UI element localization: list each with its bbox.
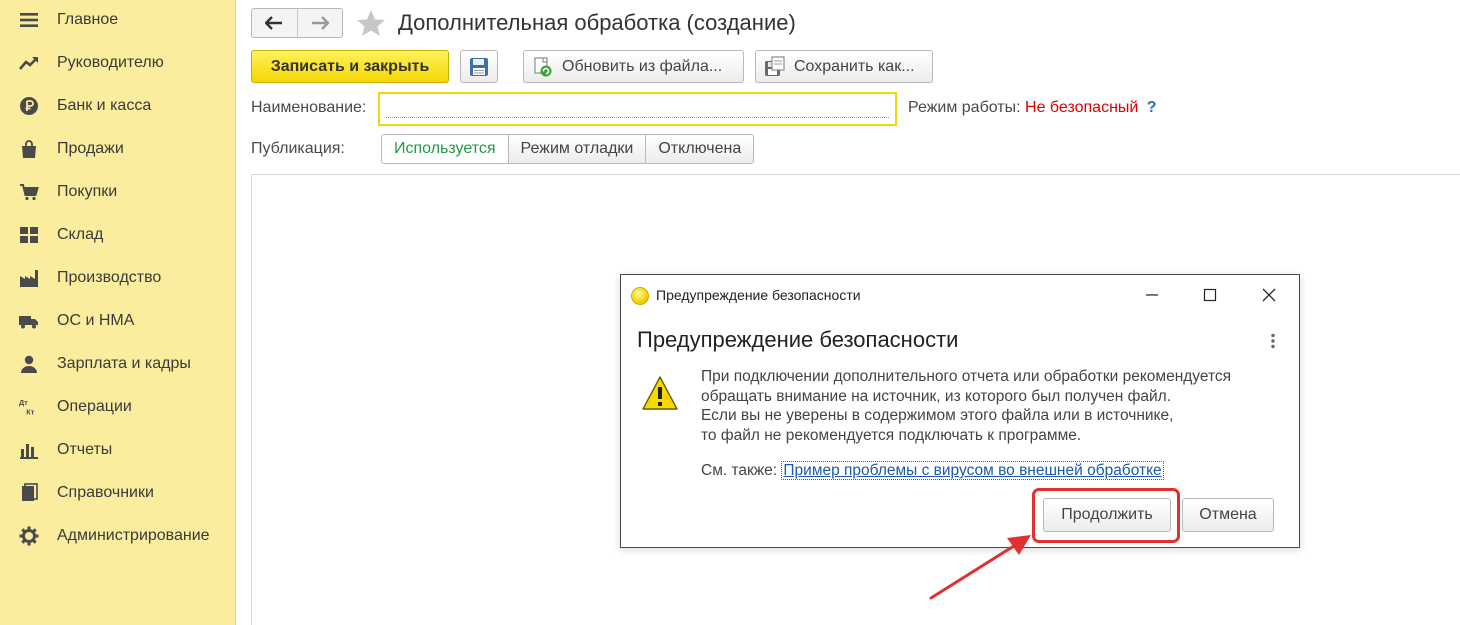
back-button[interactable] — [252, 9, 297, 37]
sidebar-item-label: Зарплата и кадры — [57, 355, 191, 372]
truck-icon — [18, 310, 40, 332]
shopping-cart-icon — [18, 181, 40, 203]
app-logo-icon — [631, 287, 649, 305]
sidebar-item-sales[interactable]: Продажи — [0, 129, 236, 169]
ruble-coin-icon — [18, 95, 40, 117]
sidebar-item-manager[interactable]: Руководителю — [0, 43, 236, 83]
sidebar-item-label: Банк и касса — [57, 97, 152, 114]
sidebar-item-main[interactable]: Главное — [0, 0, 236, 40]
save-and-close-button[interactable]: Записать и закрыть — [251, 50, 449, 83]
warehouse-grid-icon — [18, 224, 40, 246]
virus-example-link[interactable]: Пример проблемы с вирусом во внешней обр… — [781, 461, 1164, 480]
sidebar-item-label: Руководителю — [57, 54, 164, 71]
name-label: Наименование: — [251, 99, 367, 116]
gear-icon — [18, 525, 40, 547]
sidebar-item-label: ОС и НМА — [57, 312, 135, 329]
see-also: См. также: Пример проблемы с вирусом во … — [701, 461, 1164, 480]
save-as-button[interactable]: Сохранить как... — [755, 50, 933, 83]
minimize-button[interactable] — [1137, 283, 1167, 307]
vertical-dots-icon — [1271, 333, 1275, 349]
arrow-right-icon — [311, 16, 329, 30]
person-icon — [18, 353, 40, 375]
sidebar-item-admin[interactable]: Администрирование — [0, 516, 236, 556]
sidebar-item-salary[interactable]: Зарплата и кадры — [0, 344, 236, 384]
message-line: При подключении дополнительного отчета и… — [701, 368, 1232, 385]
sidebar-item-production[interactable]: Производство — [0, 258, 236, 298]
dialog-heading: Предупреждение безопасности — [637, 327, 959, 352]
mode-value: Не безопасный — [1025, 99, 1139, 116]
sidebar-item-operations[interactable]: Дт Кт Операции — [0, 387, 236, 427]
debit-text: Дт — [19, 398, 28, 407]
sidebar-item-label: Операции — [57, 398, 132, 415]
arrow-left-icon — [265, 16, 283, 30]
sidebar-item-purchases[interactable]: Покупки — [0, 172, 236, 212]
name-field[interactable] — [378, 92, 897, 126]
credit-text: Кт — [26, 407, 34, 416]
name-field-underline — [386, 117, 889, 118]
sidebar-item-bank[interactable]: Банк и касса — [0, 86, 236, 126]
publication-option-used[interactable]: Используется — [382, 135, 508, 163]
sidebar-item-reports[interactable]: Отчеты — [0, 430, 236, 470]
message-line: обращать внимание на источник, из которо… — [701, 387, 1172, 405]
update-from-file-label: Обновить из файла... — [562, 57, 723, 75]
sidebar-item-warehouse[interactable]: Склад — [0, 215, 236, 255]
publication-option-disabled[interactable]: Отключена — [645, 135, 754, 163]
dialog-titlebar: Предупреждение безопасности — [621, 275, 1299, 313]
sidebar-item-label: Главное — [57, 11, 119, 28]
maximize-icon — [1203, 288, 1217, 302]
shopping-bag-icon — [18, 138, 40, 160]
forward-button[interactable] — [296, 9, 342, 37]
message-line: то файл не рекомендуется подключать к пр… — [701, 426, 1082, 444]
sidebar: Главное Руководителю Банк и касса Продаж… — [0, 0, 236, 625]
mode-label: Режим работы: — [908, 99, 1021, 116]
page-title: Дополнительная обработка (создание) — [398, 10, 796, 35]
save-as-icon — [765, 56, 785, 76]
save-as-label: Сохранить как... — [794, 57, 915, 75]
sidebar-item-label: Справочники — [57, 484, 154, 501]
close-button[interactable] — [1254, 283, 1284, 307]
annotation-arrow-icon — [929, 535, 1031, 600]
mode-info: Режим работы: Не безопасный ? — [908, 99, 1157, 117]
bar-chart-icon — [18, 439, 40, 461]
trend-up-icon — [18, 52, 40, 74]
minimize-icon — [1146, 294, 1158, 296]
message-line: Если вы не уверены в содержимом этого фа… — [701, 407, 1174, 424]
sidebar-item-label: Производство — [57, 269, 162, 286]
sidebar-item-label: Покупки — [57, 183, 118, 200]
save-button[interactable] — [460, 50, 498, 83]
close-icon — [1262, 288, 1276, 302]
dialog-message: При подключении дополнительного отчета и… — [701, 367, 1291, 445]
sidebar-item-label: Отчеты — [57, 441, 113, 458]
publication-label: Публикация: — [251, 140, 345, 157]
favorite-star-icon[interactable] — [356, 9, 386, 37]
cancel-button[interactable]: Отмена — [1182, 498, 1274, 532]
factory-icon — [18, 267, 40, 289]
navigation-buttons — [251, 8, 343, 38]
dialog-window-title: Предупреждение безопасности — [656, 287, 861, 303]
more-actions-button[interactable] — [1261, 329, 1285, 353]
sidebar-item-directories[interactable]: Справочники — [0, 473, 236, 513]
help-link[interactable]: ? — [1147, 99, 1157, 116]
debit-credit-icon: Дт Кт — [18, 396, 40, 418]
menu-lines-icon — [18, 9, 40, 31]
update-from-file-button[interactable]: Обновить из файла... — [523, 50, 744, 83]
continue-highlight-frame — [1032, 488, 1180, 543]
floppy-disk-icon — [470, 57, 488, 76]
publication-option-debug[interactable]: Режим отладки — [507, 135, 646, 163]
sidebar-item-fixed-assets[interactable]: ОС и НМА — [0, 301, 236, 341]
sidebar-item-label: Администрирование — [57, 527, 210, 544]
books-icon — [18, 482, 40, 504]
maximize-button[interactable] — [1195, 283, 1225, 307]
sidebar-item-label: Склад — [57, 226, 104, 243]
sidebar-item-label: Продажи — [57, 140, 124, 157]
security-warning-dialog: Предупреждение безопасности Предупрежден… — [620, 274, 1300, 548]
warning-icon — [642, 376, 678, 410]
see-also-label: См. также: — [701, 462, 778, 479]
publication-selector: Используется Режим отладки Отключена — [381, 134, 755, 164]
update-file-icon — [534, 57, 552, 76]
